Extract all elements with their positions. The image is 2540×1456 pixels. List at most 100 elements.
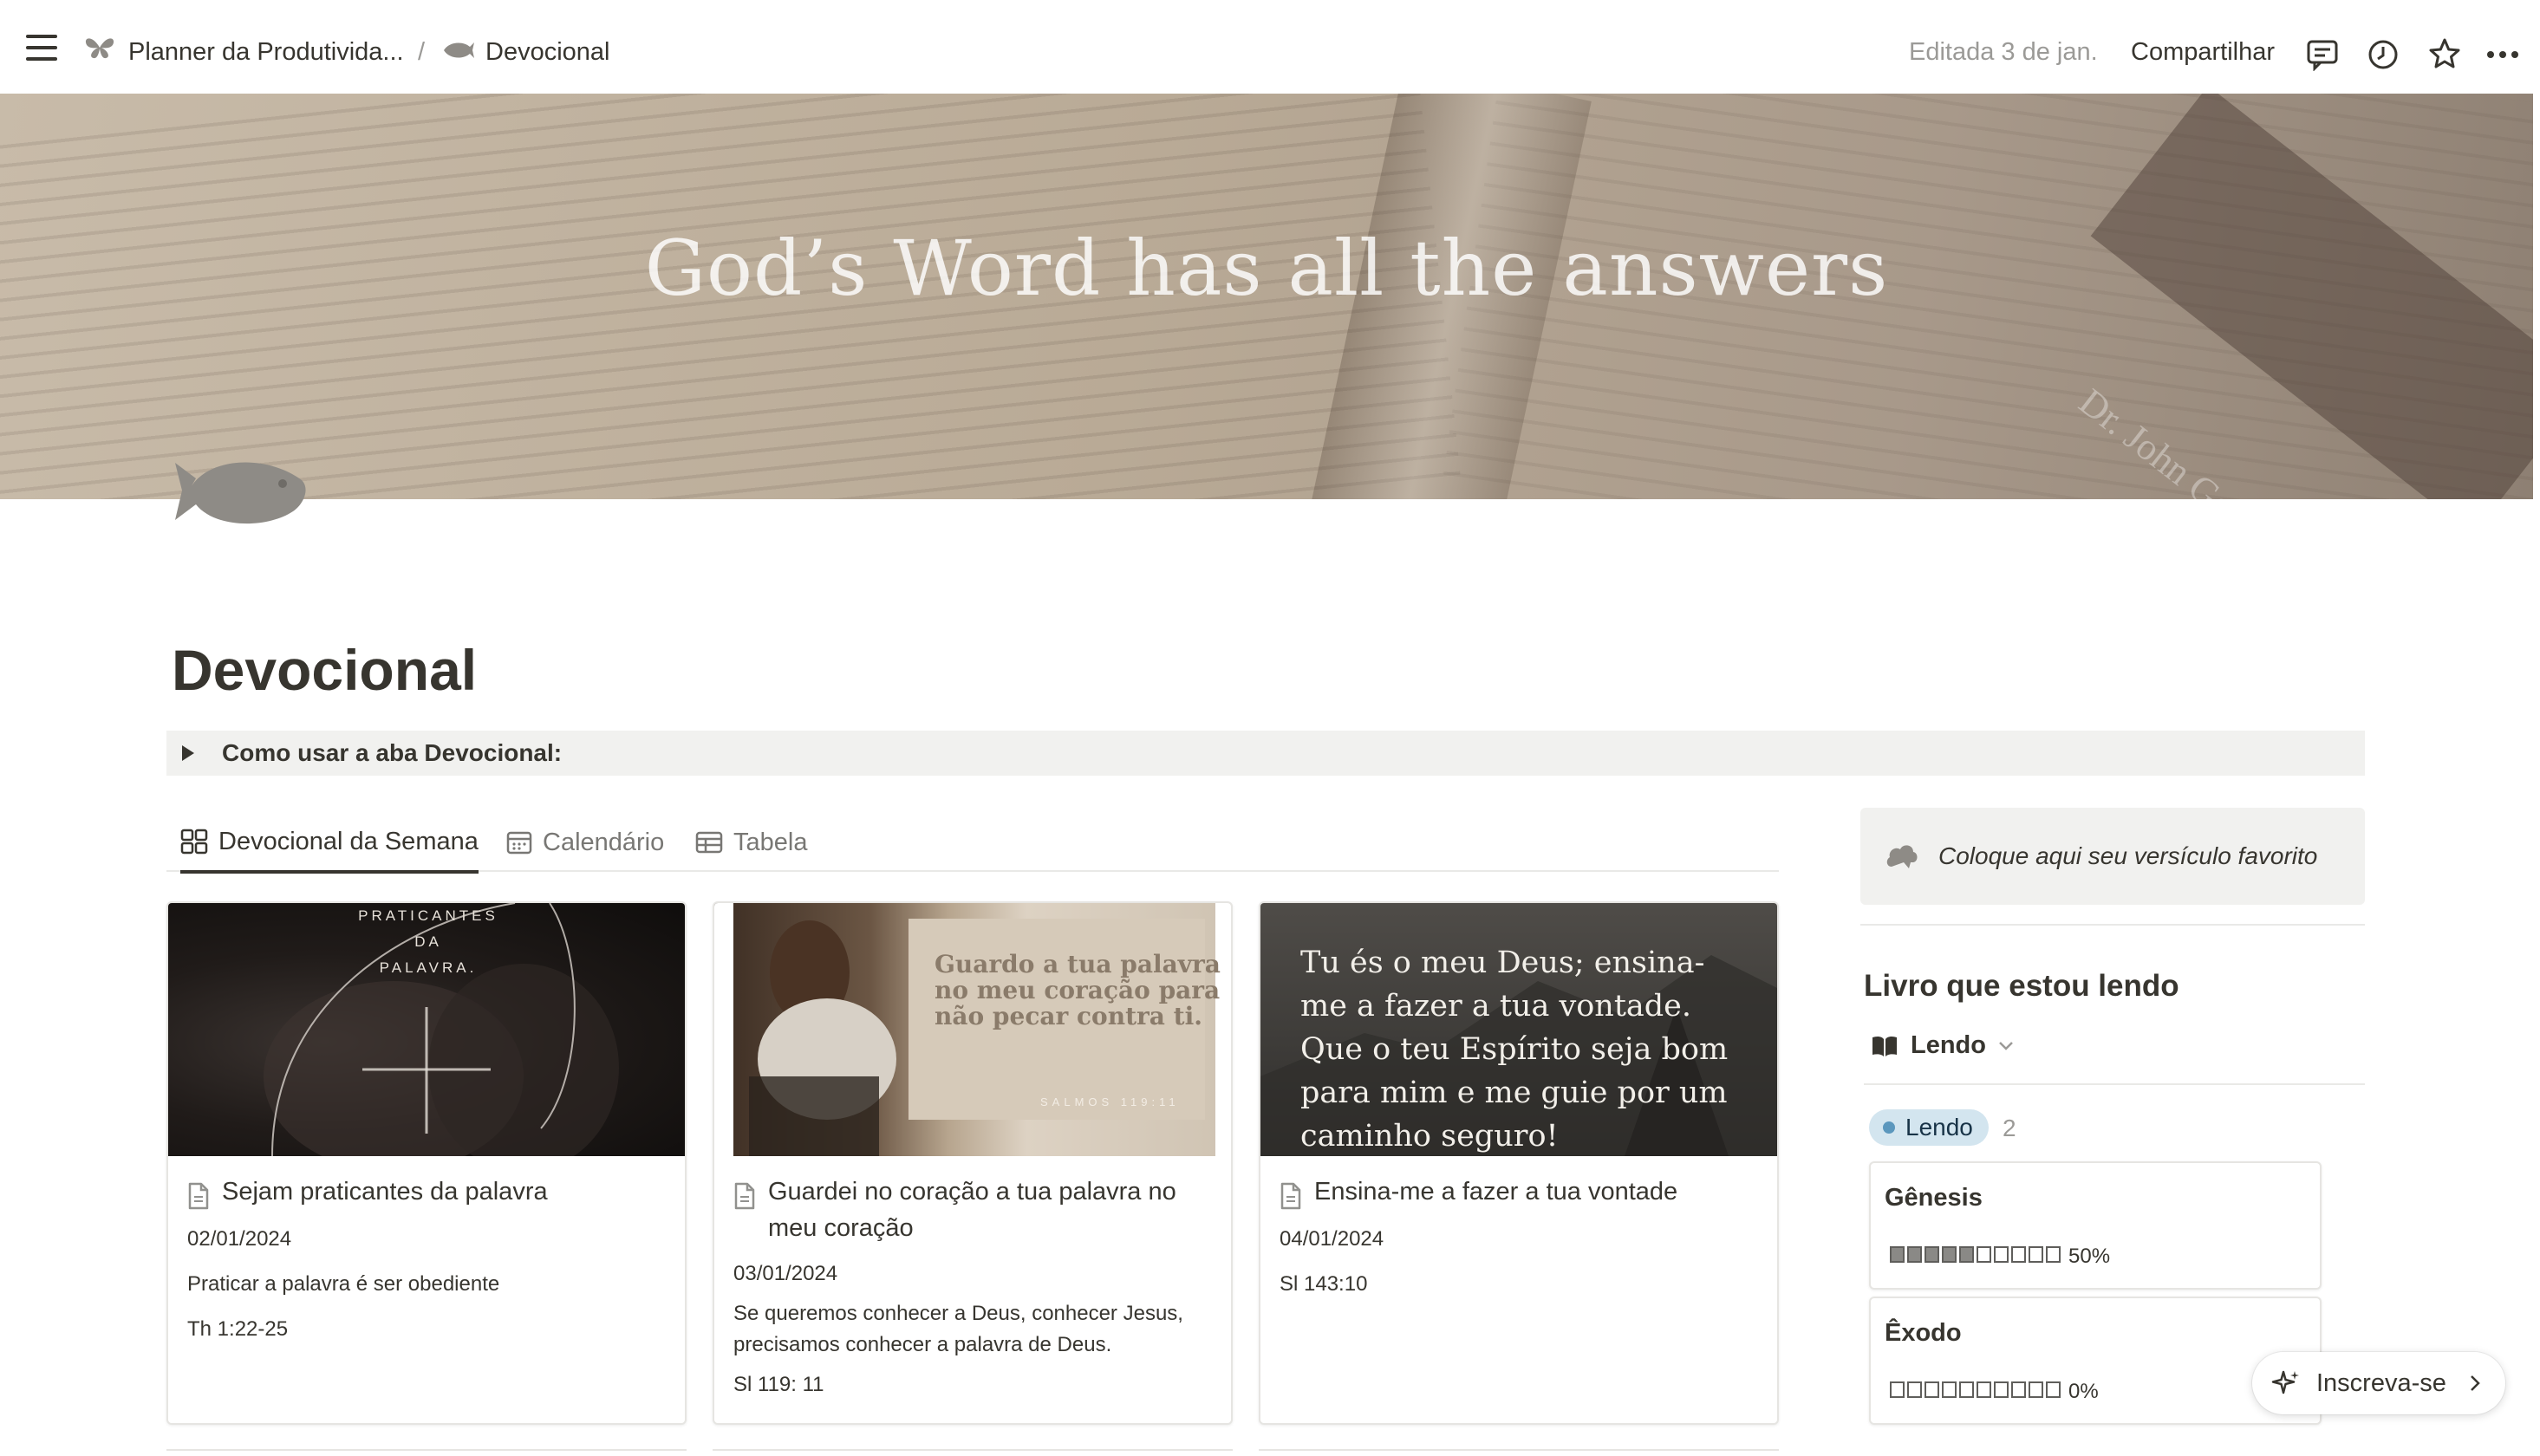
tab-devocional-da-semana[interactable]: Devocional da Semana — [180, 813, 479, 874]
gallery-card[interactable]: Tu és o meu Deus; ensina- me a fazer a t… — [1259, 901, 1779, 1425]
status-dot — [1883, 1121, 1895, 1134]
gallery-card-next-row[interactable] — [1259, 1449, 1779, 1456]
database-view-tabs: Devocional da Semana Calendário Tabela — [166, 813, 1779, 874]
group-label: Lendo — [1905, 1114, 1973, 1141]
progress-squares — [1890, 1380, 2063, 1404]
breadcrumb-page[interactable]: Devocional — [485, 38, 609, 67]
card-title: Guardei no coração a tua palavra no meu … — [768, 1178, 1176, 1242]
history-icon[interactable] — [2367, 38, 2400, 71]
subscribe-button[interactable]: Inscreva-se — [2252, 1352, 2505, 1414]
thumb-text-line: PRATICANTES — [358, 907, 498, 924]
book-card[interactable]: Êxodo 0% — [1869, 1297, 2322, 1425]
progress-squares — [1890, 1245, 2063, 1269]
edited-timestamp: Editada 3 de jan. — [1909, 38, 2098, 66]
comment-icon[interactable] — [2306, 38, 2339, 71]
card-reference: Sl 143:10 — [1280, 1272, 1368, 1296]
progress-square — [1994, 1381, 2009, 1398]
cover-image[interactable]: Dr. John Goetsch & D God’s Word has all … — [0, 94, 2533, 499]
progress-square — [2046, 1246, 2061, 1263]
progress-square — [1890, 1381, 1905, 1398]
share-button[interactable]: Compartilhar — [2131, 38, 2275, 67]
card-title: Sejam praticantes da palavra — [222, 1178, 548, 1206]
thumb-text-line: DA — [414, 933, 442, 950]
card-reference: Th 1:22-25 — [187, 1317, 289, 1341]
card-date: 02/01/2024 — [187, 1227, 292, 1251]
card-cover-image: Guardo a tua palavra no meu coração para… — [714, 903, 1231, 1156]
card-title: Ensina-me a fazer a tua vontade — [1314, 1178, 1678, 1206]
thumb-text-line: no meu coração para — [935, 976, 1221, 1004]
progress-square — [1907, 1381, 1922, 1398]
breadcrumb-workspace[interactable]: Planner da Produtivida... — [128, 38, 404, 67]
card-cover-image: Tu és o meu Deus; ensina- me a fazer a t… — [1260, 903, 1777, 1156]
card-cover-image: PRATICANTES DA PALAVRA. — [168, 903, 685, 1156]
divider — [1864, 1083, 2365, 1085]
page-title: Devocional — [172, 638, 478, 702]
card-description: Praticar a palavra é ser obediente — [187, 1272, 500, 1296]
toggle-triangle-icon[interactable] — [182, 745, 194, 761]
reading-view-selector[interactable]: Lendo — [1871, 1031, 2014, 1060]
tab-label: Devocional da Semana — [218, 827, 479, 855]
view-label: Lendo — [1911, 1031, 1986, 1059]
cover-headline: God’s Word has all the answers — [644, 224, 1889, 313]
book-icon — [1872, 1036, 1897, 1056]
page-icon — [734, 1182, 755, 1210]
more-icon[interactable] — [2486, 50, 2519, 59]
progress-square — [1959, 1246, 1974, 1263]
tab-tabela[interactable]: Tabela — [695, 813, 807, 872]
page-icon — [1280, 1182, 1301, 1210]
status-group-tag[interactable]: Lendo — [1869, 1109, 1989, 1146]
progress-square — [1977, 1381, 1991, 1398]
thumb-text-line: caminho seguro! — [1300, 1119, 1559, 1154]
breadcrumb-separator: / — [418, 38, 426, 66]
thumb-text-line: Guardo a tua palavra — [935, 950, 1221, 978]
progress-square — [1890, 1246, 1905, 1263]
book-progress: 0% — [1890, 1380, 2099, 1404]
callout-text: Coloque aqui seu versículo favorito — [1938, 842, 2318, 869]
thumb-text-line: Que o teu Espírito seja bom — [1300, 1032, 1729, 1067]
book-card[interactable]: Gênesis 50% — [1869, 1161, 2322, 1290]
gallery-card[interactable]: Guardo a tua palavra no meu coração para… — [713, 901, 1233, 1425]
thumb-text-line: Tu és o meu Deus; ensina- — [1300, 946, 1705, 980]
progress-label: 0% — [2068, 1380, 2099, 1403]
progress-square — [1977, 1246, 1991, 1263]
thumb-text-line: PALAVRA. — [379, 959, 478, 976]
thumb-reference: SALMOS 119:11 — [1040, 1095, 1180, 1108]
reading-heading: Livro que estou lendo — [1864, 969, 2179, 1003]
progress-label: 50% — [2068, 1245, 2111, 1268]
card-date: 04/01/2024 — [1280, 1227, 1384, 1251]
chevron-right-icon — [2471, 1375, 2480, 1391]
progress-square — [2046, 1381, 2061, 1398]
favorite-verse-callout[interactable]: Coloque aqui seu versículo favorito — [1860, 808, 2365, 905]
gallery-card-next-row[interactable] — [166, 1449, 687, 1456]
how-to-toggle[interactable]: Como usar a aba Devocional: — [166, 731, 2365, 776]
gallery-icon — [180, 829, 208, 855]
star-icon[interactable] — [2427, 36, 2462, 71]
progress-square — [2029, 1246, 2043, 1263]
calendar-icon — [506, 831, 532, 855]
tab-calendario[interactable]: Calendário — [506, 813, 664, 872]
top-bar: Planner da Produtivida... / Devocional E… — [0, 0, 2540, 94]
divider — [1860, 924, 2365, 926]
book-name: Êxodo — [1885, 1319, 1962, 1347]
menu-icon[interactable] — [24, 35, 59, 61]
progress-square — [1994, 1246, 2009, 1263]
progress-square — [1942, 1246, 1957, 1263]
tab-label: Tabela — [733, 828, 808, 856]
butterfly-icon — [83, 35, 116, 61]
page-fish-icon[interactable] — [172, 451, 310, 529]
gallery-card[interactable]: PRATICANTES DA PALAVRA. Sejam praticante… — [166, 901, 687, 1425]
page-icon — [188, 1182, 209, 1210]
book-progress: 50% — [1890, 1245, 2110, 1269]
gallery-card-next-row[interactable] — [713, 1449, 1233, 1456]
group-count: 2 — [2003, 1115, 2016, 1141]
card-date: 03/01/2024 — [733, 1262, 838, 1285]
toggle-label: Como usar a aba Devocional: — [222, 739, 563, 766]
progress-square — [1925, 1246, 1939, 1263]
book-name: Gênesis — [1885, 1184, 1983, 1212]
chevron-down-icon — [1999, 1041, 2013, 1050]
fish-icon — [440, 40, 475, 61]
sparkle-icon — [2271, 1370, 2299, 1394]
progress-square — [1959, 1381, 1974, 1398]
thumb-text-line: para mim e me guie por um — [1300, 1076, 1728, 1110]
tab-label: Calendário — [543, 828, 665, 856]
